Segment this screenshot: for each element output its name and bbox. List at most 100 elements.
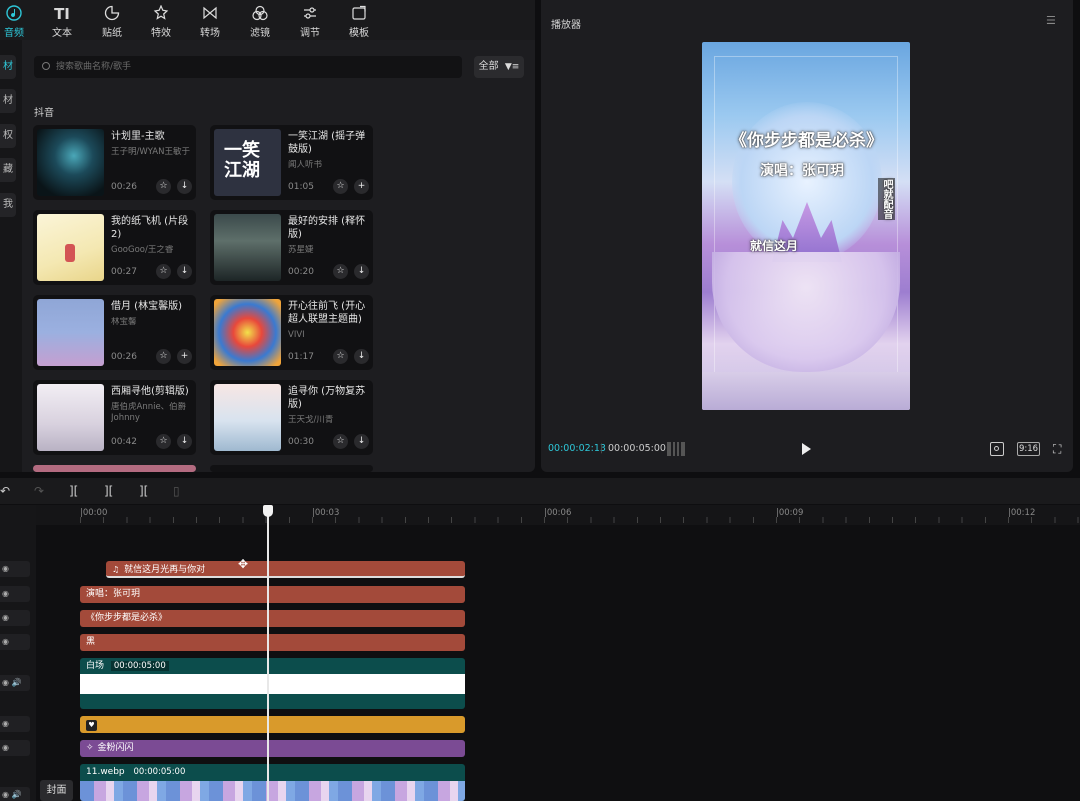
heart-icon: ♥: [86, 720, 97, 731]
track-header[interactable]: ◉: [0, 716, 30, 732]
favorite-star-icon[interactable]: ☆: [333, 349, 348, 364]
video-preview[interactable]: 《你步步都是必杀》 演唱：张可玥 就信这月 吧就配音: [702, 42, 910, 410]
download-icon[interactable]: ↓: [354, 264, 369, 279]
delete-icon[interactable]: ▯: [173, 484, 180, 498]
track-header[interactable]: ◉: [0, 610, 30, 626]
favorite-star-icon[interactable]: ☆: [333, 179, 348, 194]
side-tab[interactable]: 我: [0, 193, 16, 217]
song-title: 一笑江湖 (摇子弹鼓版): [288, 131, 366, 155]
title-text-clip[interactable]: 《你步步都是必杀》: [80, 610, 465, 627]
download-icon[interactable]: ↓: [177, 264, 192, 279]
playhead-handle[interactable]: [263, 505, 273, 517]
filter-icon: ▼≡: [504, 62, 520, 72]
overlay-lyric: 就信这月: [750, 239, 799, 253]
tool-label: 模板: [349, 28, 369, 39]
undo-icon[interactable]: ↶: [0, 484, 10, 498]
tool-template[interactable]: 模板: [339, 5, 379, 39]
add-icon[interactable]: +: [354, 179, 369, 194]
song-duration: 00:26: [111, 182, 137, 192]
white-bg-clip[interactable]: 白场 00:00:05:00: [80, 658, 465, 709]
song-card[interactable]: 借月 (林宝馨版) 林宝馨 00:26 ☆ +: [33, 295, 196, 370]
song-card[interactable]: 西厢寻他(剪辑版) 唐伯虎Annie、伯爵Johnny 00:42 ☆ ↓: [33, 380, 196, 455]
overlay-side-text: 吧就配音: [878, 178, 895, 220]
song-artist: 林宝馨: [111, 317, 137, 327]
song-card[interactable]: 我的纸飞机 (片段2) GooGoo/王之睿 00:27 ☆ ↓: [33, 210, 196, 285]
favorite-star-icon[interactable]: ☆: [156, 264, 171, 279]
filter-button[interactable]: 全部 ▼≡: [474, 56, 524, 78]
side-tab[interactable]: 材: [0, 55, 16, 79]
favorite-star-icon[interactable]: ☆: [333, 434, 348, 449]
song-card[interactable]: 计划里-主歌 王子明/WYAN王敏于 00:26 ☆ ↓: [33, 125, 196, 200]
overlay-title: 《你步步都是必杀》: [730, 131, 883, 151]
track-header[interactable]: ◉ 🔊: [0, 675, 30, 691]
clip-label: 11.webp: [86, 767, 125, 777]
main-video-clip[interactable]: 11.webp 00:00:05:00: [80, 764, 465, 801]
side-tab[interactable]: 材: [0, 89, 16, 113]
tool-filter[interactable]: 滤镜: [240, 5, 280, 39]
track-header[interactable]: ◉: [0, 586, 30, 602]
redo-icon[interactable]: ↷: [34, 484, 44, 498]
song-card[interactable]: 一笑 江湖 一笑江湖 (摇子弹鼓版) 闻人听书 01:05 ☆ +: [210, 125, 373, 200]
lyric-clip[interactable]: ♫ 就信这月光再与你对: [106, 561, 465, 578]
tool-sticker[interactable]: 贴纸: [92, 5, 132, 39]
effect-clip[interactable]: ✧ 金粉闪闪: [80, 740, 465, 757]
song-card[interactable]: 开心往前飞 (开心超人联盟主题曲) VIVI 01:17 ☆ ↓: [210, 295, 373, 370]
singer-text-clip[interactable]: 演唱：张可玥: [80, 586, 465, 603]
overlay-clip[interactable]: ♥: [80, 716, 465, 733]
split-right-icon[interactable]: ][: [139, 484, 148, 498]
track-header[interactable]: ◉: [0, 634, 30, 650]
fullscreen-icon[interactable]: ⛶: [1053, 443, 1061, 455]
aspect-ratio-button[interactable]: 9:16: [1017, 442, 1040, 456]
track-header-column: [0, 505, 36, 801]
current-time: 00:00:02:13: [548, 443, 606, 454]
song-card[interactable]: [33, 465, 196, 472]
download-icon[interactable]: ↓: [354, 434, 369, 449]
song-card[interactable]: 最好的安排 (释怀版) 苏星婕 00:20 ☆ ↓: [210, 210, 373, 285]
side-tab[interactable]: 权: [0, 124, 16, 148]
song-artist: 王子明/WYAN王敏于: [111, 147, 190, 157]
track-header[interactable]: ◉ 🔊: [0, 787, 30, 801]
split-left-icon[interactable]: ][: [104, 484, 113, 498]
tool-label: 调节: [300, 28, 320, 39]
download-icon[interactable]: ↓: [177, 434, 192, 449]
song-artist: 苏星婕: [288, 245, 314, 255]
tool-effect[interactable]: 特效: [141, 4, 181, 39]
song-title: 开心往前飞 (开心超人联盟主题曲): [288, 301, 366, 325]
song-cover: [214, 214, 281, 281]
favorite-star-icon[interactable]: ☆: [156, 434, 171, 449]
play-icon[interactable]: [802, 443, 811, 455]
song-cover: [37, 384, 104, 451]
song-cover: [214, 384, 281, 451]
template-icon: [339, 5, 379, 23]
track-header[interactable]: ◉: [0, 740, 30, 756]
search-input[interactable]: 搜索歌曲名称/歌手: [34, 56, 462, 78]
download-icon[interactable]: ↓: [177, 179, 192, 194]
playhead[interactable]: [267, 505, 269, 801]
favorite-star-icon[interactable]: ☆: [333, 264, 348, 279]
split-icon[interactable]: ][: [69, 484, 78, 498]
black-clip[interactable]: 黑: [80, 634, 465, 651]
song-title: 计划里-主歌: [111, 131, 165, 142]
waveform-icon[interactable]: [667, 442, 685, 456]
tool-transition[interactable]: 转场: [190, 5, 230, 39]
add-icon[interactable]: +: [177, 349, 192, 364]
song-card[interactable]: [210, 465, 373, 472]
favorite-star-icon[interactable]: ☆: [156, 349, 171, 364]
side-tab[interactable]: 藏: [0, 158, 16, 182]
cover-button[interactable]: 封面: [40, 780, 73, 801]
tool-adjust[interactable]: 调节: [290, 5, 330, 39]
tool-label: 特效: [151, 28, 171, 39]
song-title: 最好的安排 (释怀版): [288, 216, 366, 240]
clip-thumbnail: [80, 781, 465, 801]
favorite-star-icon[interactable]: ☆: [156, 179, 171, 194]
song-card[interactable]: 追寻你 (万物复苏版) 王天戈/川青 00:30 ☆ ↓: [210, 380, 373, 455]
download-icon[interactable]: ↓: [354, 349, 369, 364]
move-cursor-icon: ✥: [238, 557, 249, 571]
tool-audio[interactable]: 音频: [0, 5, 34, 39]
ruler-label: |00:09: [776, 508, 804, 518]
menu-icon[interactable]: ☰: [1046, 14, 1058, 27]
tool-text[interactable]: TI 文本: [42, 5, 82, 39]
track-header[interactable]: ◉: [0, 561, 30, 577]
ruler-label: |00:03: [312, 508, 340, 518]
screenshot-icon[interactable]: [990, 442, 1004, 456]
